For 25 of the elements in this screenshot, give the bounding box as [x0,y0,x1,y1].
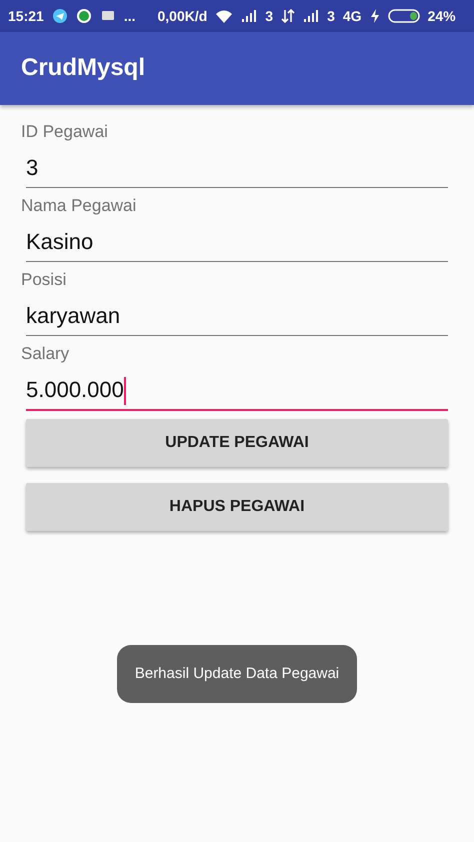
field-label: Salary [21,343,70,365]
more-notifications: ... [124,6,136,26]
status-time: 15:21 [8,6,44,26]
signal-icon [241,9,258,23]
input-field[interactable]: Kasino [26,225,448,262]
input-field[interactable]: 3 [26,151,448,188]
field-label: ID Pegawai [21,121,109,143]
network-type: 4G [342,6,362,26]
signal-icon [303,9,320,23]
toast-message: Berhasil Update Data Pegawai [116,645,358,704]
data-arrows-icon [281,9,296,23]
battery-icon [388,9,420,23]
action-button[interactable]: HAPUS PEGAWAI [26,483,448,532]
sim-label: 3 [265,6,274,26]
battery-percent: 24% [428,6,456,26]
field-label: Nama Pegawai [21,195,138,217]
action-button[interactable]: UPDATE PEGAWAI [26,419,448,468]
app-title: CrudMysql [21,54,146,83]
sim-label: 3 [327,6,335,26]
input-field[interactable]: 5.000.000 [26,373,448,412]
field-label: Posisi [21,269,68,291]
input-field[interactable]: karyawan [26,299,448,336]
charging-icon [370,9,380,23]
network-speed: 0,00K/d [157,6,208,26]
wifi-icon [215,8,234,24]
